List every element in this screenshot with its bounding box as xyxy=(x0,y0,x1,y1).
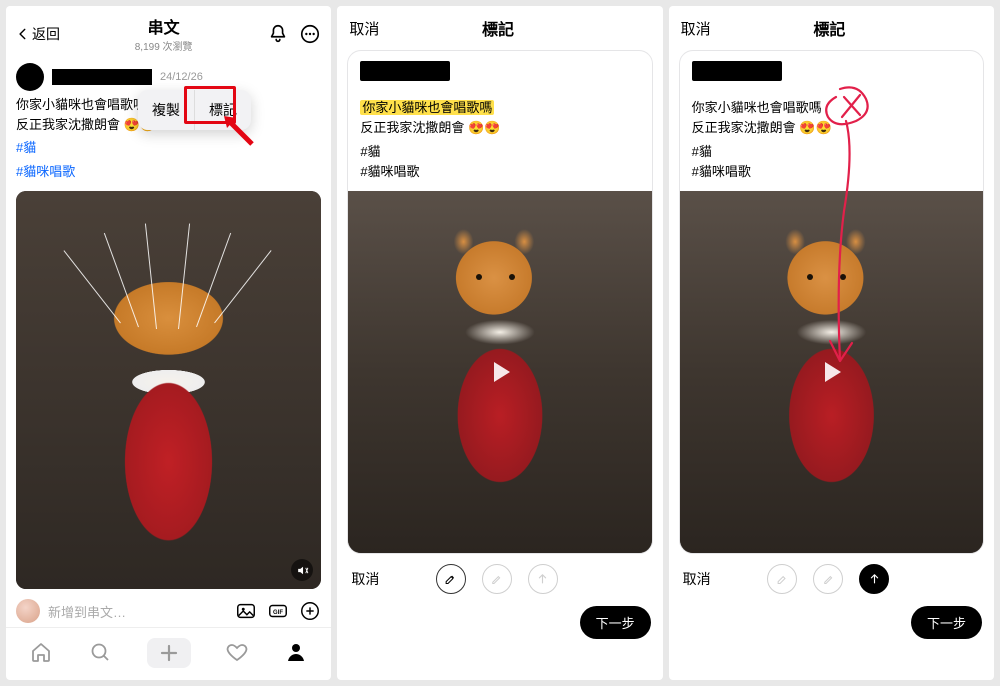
highlighter-tool[interactable] xyxy=(436,564,466,594)
header-title: 串文 xyxy=(60,14,267,38)
highlighter-icon xyxy=(443,571,458,586)
header: 取消 標記 xyxy=(669,6,994,48)
hashtag-2[interactable]: #貓咪唱歌 xyxy=(16,162,321,182)
svg-text:GIF: GIF xyxy=(273,610,283,616)
tab-home[interactable] xyxy=(29,640,53,667)
play-overlay[interactable] xyxy=(482,354,518,390)
tab-activity[interactable] xyxy=(225,640,249,667)
search-icon xyxy=(88,640,112,664)
image-icon xyxy=(235,600,257,622)
chevron-left-icon xyxy=(16,27,30,41)
heart-eyes-emoji: 😍 xyxy=(799,120,815,135)
person-icon xyxy=(284,640,308,664)
tab-search[interactable] xyxy=(88,640,112,667)
header: 返回 串文 8,199 次瀏覽 xyxy=(6,6,331,57)
header-title: 標記 xyxy=(711,16,948,40)
tab-profile[interactable] xyxy=(284,640,308,667)
hashtag-1: #貓 xyxy=(692,142,971,162)
attach-image-button[interactable] xyxy=(235,600,257,622)
play-icon xyxy=(813,354,849,390)
screen-1-post: 返回 串文 8,199 次瀏覽 24/12/26 你家小貓咪也會唱歌嗎 反正我家… xyxy=(6,6,331,680)
post-card: 你家小貓咪也會唱歌嗎 反正我家沈撒朗會 😍😍 #貓 #貓咪唱歌 xyxy=(679,50,984,554)
notifications-button[interactable] xyxy=(267,23,289,45)
reply-input[interactable]: 新增到串文… xyxy=(48,602,227,621)
tab-bar xyxy=(6,627,331,680)
highlighted-text: 你家小貓咪也會唱歌嗎 xyxy=(360,100,494,115)
next-button[interactable]: 下一步 xyxy=(580,606,651,639)
author-subtext xyxy=(692,83,971,94)
screen-3-markup-arrow: 取消 標記 你家小貓咪也會唱歌嗎 反正我家沈撒朗會 😍😍 #貓 #貓咪唱歌 xyxy=(669,6,994,680)
header-title: 標記 xyxy=(379,16,616,40)
header-title-wrap: 串文 8,199 次瀏覽 xyxy=(60,14,267,53)
post-line-2: 反正我家沈撒朗會 😍😍 xyxy=(692,118,971,138)
annotation-arrow xyxy=(222,114,258,150)
toolbar-cancel[interactable]: 取消 xyxy=(683,569,711,589)
post-media[interactable] xyxy=(348,191,651,553)
pen-tool[interactable] xyxy=(482,564,512,594)
cancel-button[interactable]: 取消 xyxy=(681,18,711,39)
markup-toolbar: 取消 xyxy=(669,554,994,600)
gif-button[interactable]: GIF xyxy=(267,600,289,622)
tab-compose[interactable] xyxy=(147,638,191,668)
cat-photo xyxy=(16,191,321,589)
hashtag-1: #貓 xyxy=(360,142,639,162)
hashtag-2: #貓咪唱歌 xyxy=(692,162,971,182)
post-media[interactable] xyxy=(16,191,321,589)
post-line-2: 反正我家沈撒朗會 😍😍 xyxy=(360,118,639,138)
hashtag-1[interactable]: #貓 xyxy=(16,138,321,158)
post-header: 24/12/26 xyxy=(6,57,331,91)
reply-row: 新增到串文… GIF xyxy=(6,593,331,627)
highlighter-icon xyxy=(775,571,790,586)
next-button[interactable]: 下一步 xyxy=(911,606,982,639)
hashtag-2: #貓咪唱歌 xyxy=(360,162,639,182)
arrow-tool[interactable] xyxy=(528,564,558,594)
pen-icon xyxy=(489,571,504,586)
heart-icon xyxy=(225,640,249,664)
more-icon xyxy=(299,23,321,45)
post-media[interactable] xyxy=(680,191,983,553)
toolbar-cancel[interactable]: 取消 xyxy=(351,569,379,589)
play-overlay[interactable] xyxy=(813,354,849,390)
author-name-redacted xyxy=(692,61,782,81)
header-actions xyxy=(267,23,321,45)
arrow-tool-active[interactable] xyxy=(859,564,889,594)
pen-tool[interactable] xyxy=(813,564,843,594)
arrow-up-icon xyxy=(535,571,550,586)
more-button[interactable] xyxy=(299,23,321,45)
post-content[interactable]: 你家小貓咪也會唱歌嗎 反正我家沈撒朗會 😍😍 #貓 #貓咪唱歌 xyxy=(680,96,983,189)
post-content[interactable]: 你家小貓咪也會唱歌嗎 反正我家沈撒朗會 😍😍 #貓 #貓咪唱歌 xyxy=(348,96,651,189)
arrow-up-icon xyxy=(867,571,882,586)
back-label: 返回 xyxy=(32,24,60,44)
author-subtext xyxy=(360,83,639,94)
author-name-redacted xyxy=(360,61,450,81)
heart-eyes-emoji: 😍 xyxy=(484,120,500,135)
plus-circle-icon xyxy=(299,600,321,622)
play-icon xyxy=(482,354,518,390)
header: 取消 標記 xyxy=(337,6,662,48)
header-views: 8,199 次瀏覽 xyxy=(60,38,267,53)
my-avatar[interactable] xyxy=(16,599,40,623)
gif-icon: GIF xyxy=(267,600,289,622)
bell-icon xyxy=(267,23,289,45)
mute-icon xyxy=(296,564,309,577)
post-card: 你家小貓咪也會唱歌嗎 反正我家沈撒朗會 😍😍 #貓 #貓咪唱歌 xyxy=(347,50,652,554)
author-name-redacted[interactable] xyxy=(52,69,152,85)
markup-toolbar: 取消 xyxy=(337,554,662,600)
post-date: 24/12/26 xyxy=(160,71,203,83)
author-avatar[interactable] xyxy=(16,63,44,91)
post-line-1: 你家小貓咪也會唱歌嗎 xyxy=(692,98,971,118)
home-icon xyxy=(29,640,53,664)
add-button[interactable] xyxy=(299,600,321,622)
back-button[interactable]: 返回 xyxy=(16,24,60,44)
cancel-button[interactable]: 取消 xyxy=(349,18,379,39)
highlighter-tool[interactable] xyxy=(767,564,797,594)
heart-eyes-emoji: 😍 xyxy=(468,120,484,135)
heart-eyes-emoji: 😍 xyxy=(815,120,831,135)
plus-icon xyxy=(157,641,181,665)
screen-2-markup-highlight: 取消 標記 你家小貓咪也會唱歌嗎 反正我家沈撒朗會 😍😍 #貓 #貓咪唱歌 取消 xyxy=(337,6,662,680)
pen-icon xyxy=(821,571,836,586)
